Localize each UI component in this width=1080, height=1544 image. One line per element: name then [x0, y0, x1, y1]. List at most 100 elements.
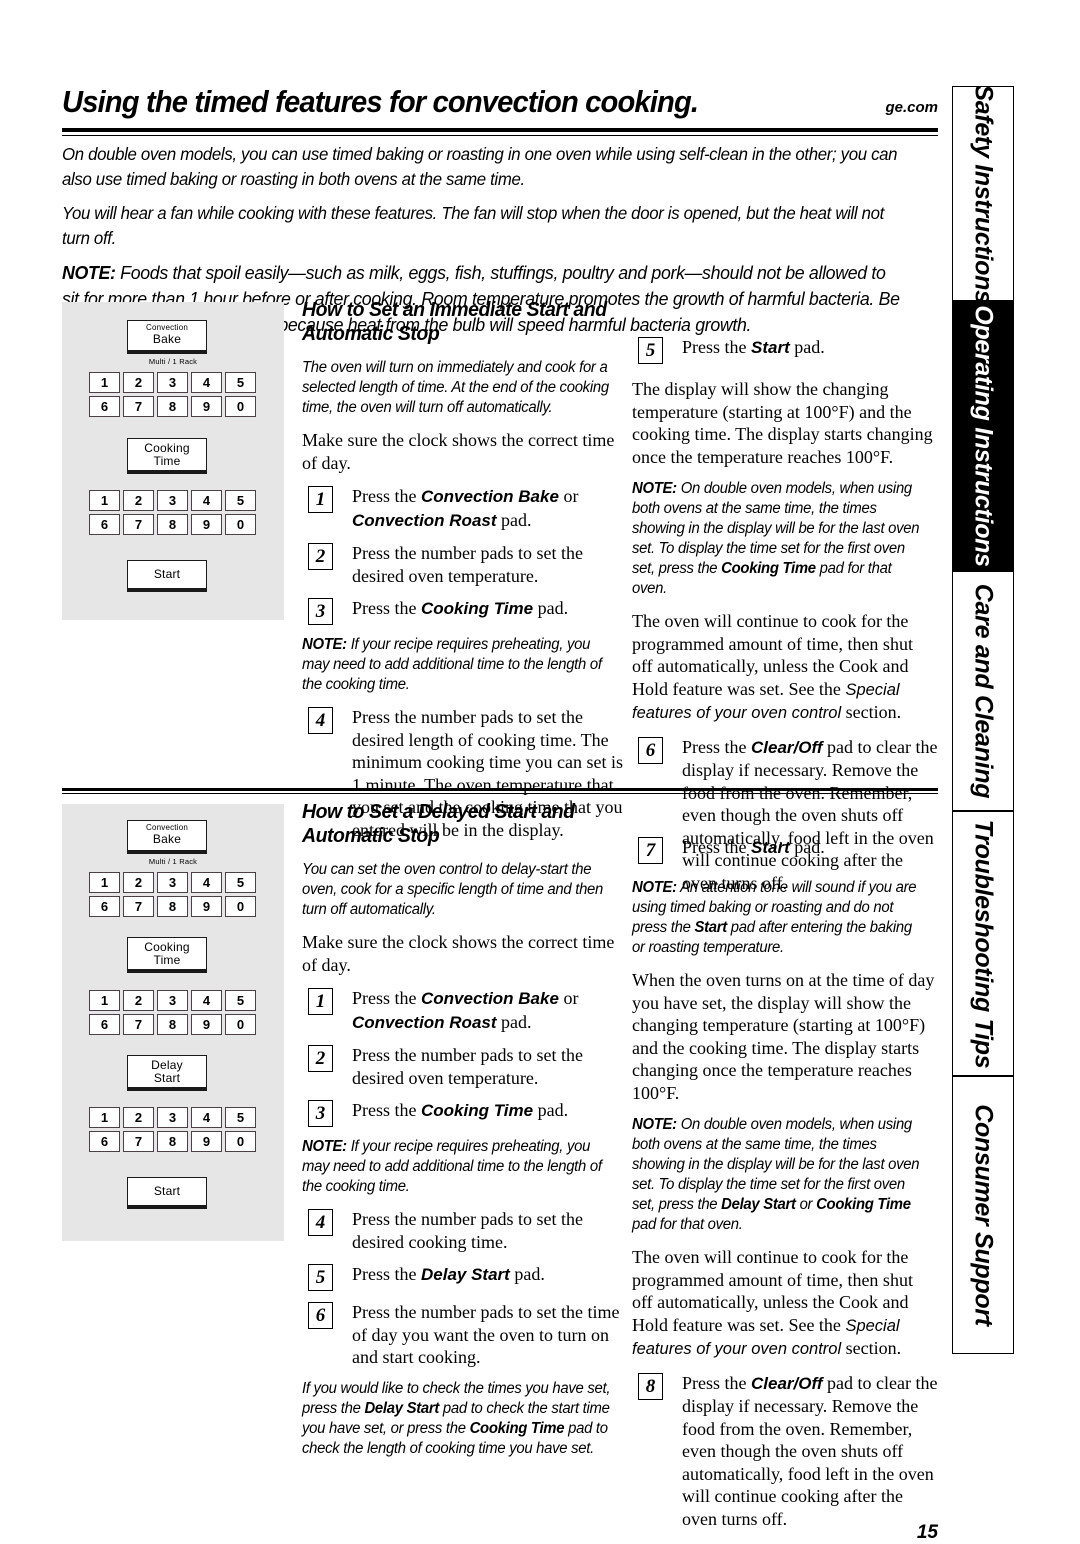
section-2-continue-paragraph: The oven will continue to cook for the p… [632, 1246, 938, 1361]
start-pad[interactable]: Start [127, 1177, 207, 1209]
step-item: 1 Press the Convection Bake or Convectio… [302, 485, 626, 532]
sidebar-tab-consumer-support[interactable]: Consumer Support [952, 1076, 1014, 1354]
convection-bake-pad[interactable]: Convection Bake [127, 820, 207, 854]
key-0[interactable]: 0 [225, 896, 256, 917]
key-2[interactable]: 2 [123, 990, 154, 1011]
key-9[interactable]: 9 [191, 1131, 222, 1152]
key-4[interactable]: 4 [191, 490, 222, 511]
step-pre: Press the [352, 988, 421, 1008]
key-6[interactable]: 6 [89, 514, 120, 535]
key-4[interactable]: 4 [191, 1107, 222, 1128]
key-2[interactable]: 2 [123, 872, 154, 893]
key-0[interactable]: 0 [225, 514, 256, 535]
multi-rack-sublabel: Multi / 1 Rack [148, 857, 198, 866]
step-pre: Press the [352, 1100, 421, 1120]
key-4[interactable]: 4 [191, 872, 222, 893]
step-item: 5 Press the Start pad. [632, 336, 938, 364]
key-8[interactable]: 8 [157, 1014, 188, 1035]
key-7[interactable]: 7 [123, 896, 154, 917]
key-5[interactable]: 5 [225, 990, 256, 1011]
keypad-1-row-2[interactable]: 6 7 8 9 0 [89, 396, 256, 417]
key-7[interactable]: 7 [123, 514, 154, 535]
step-post: pad. [789, 837, 825, 857]
sidebar-tab-operating-instructions[interactable]: Operating Instructions [952, 301, 1014, 571]
section-2-column-left: How to Set a Delayed Start and Automatic… [302, 800, 626, 1470]
pad-name: Convection Bake [421, 487, 559, 506]
key-1[interactable]: 1 [89, 1107, 120, 1128]
key-6[interactable]: 6 [89, 1131, 120, 1152]
key-1[interactable]: 1 [89, 990, 120, 1011]
convection-bake-pad[interactable]: Convection Bake [127, 320, 207, 354]
key-6[interactable]: 6 [89, 1014, 120, 1035]
key-3[interactable]: 3 [157, 1107, 188, 1128]
sidebar-tab-care-and-cleaning[interactable]: Care and Cleaning [952, 571, 1014, 811]
keypad-2-row-2[interactable]: 6 7 8 9 0 [89, 1014, 256, 1035]
key-5[interactable]: 5 [225, 1107, 256, 1128]
key-7[interactable]: 7 [123, 1131, 154, 1152]
sidebar-tab-safety-instructions[interactable]: Safety Instructions [952, 86, 1014, 301]
key-2[interactable]: 2 [123, 372, 154, 393]
key-7[interactable]: 7 [123, 1014, 154, 1035]
manual-page: Using the timed features for convection … [0, 0, 1080, 1543]
step-text: Press the Cooking Time pad. [352, 598, 568, 618]
section-2-double-oven-note: NOTE: On double oven models, when using … [632, 1115, 926, 1235]
pad-name: Clear/Off [751, 1373, 823, 1393]
key-1[interactable]: 1 [89, 490, 120, 511]
key-2[interactable]: 2 [123, 1107, 154, 1128]
start-pad[interactable]: Start [127, 560, 207, 592]
key-9[interactable]: 9 [191, 514, 222, 535]
cooking-time-line1: Cooking [144, 940, 190, 954]
sidebar-tab-troubleshooting-tips[interactable]: Troubleshooting Tips [952, 811, 1014, 1076]
key-3[interactable]: 3 [157, 990, 188, 1011]
cooking-time-pad[interactable]: Cooking Time [127, 438, 207, 474]
key-8[interactable]: 8 [157, 396, 188, 417]
key-6[interactable]: 6 [89, 896, 120, 917]
keypad-2-row-1[interactable]: 1 2 3 4 5 [89, 990, 256, 1011]
key-1[interactable]: 1 [89, 372, 120, 393]
keypad-3-row-2[interactable]: 6 7 8 9 0 [89, 1131, 256, 1152]
key-6[interactable]: 6 [89, 396, 120, 417]
keypad-1-row-1[interactable]: 1 2 3 4 5 [89, 372, 256, 393]
keypad-1-row-2[interactable]: 6 7 8 9 0 [89, 896, 256, 917]
key-9[interactable]: 9 [191, 396, 222, 417]
note-label: NOTE: [632, 879, 677, 896]
section-2-heading: How to Set a Delayed Start and Automatic… [302, 800, 575, 847]
key-3[interactable]: 3 [157, 490, 188, 511]
cooking-time-line2: Time [153, 453, 181, 468]
cooking-time-pad[interactable]: Cooking Time [127, 937, 207, 973]
step-number: 5 [638, 337, 663, 364]
key-0[interactable]: 0 [225, 396, 256, 417]
key-3[interactable]: 3 [157, 372, 188, 393]
key-8[interactable]: 8 [157, 514, 188, 535]
key-0[interactable]: 0 [225, 1131, 256, 1152]
key-2[interactable]: 2 [123, 490, 154, 511]
keypad-1-row-1[interactable]: 1 2 3 4 5 [89, 872, 256, 893]
key-5[interactable]: 5 [225, 490, 256, 511]
key-0[interactable]: 0 [225, 1014, 256, 1035]
delay-start-pad[interactable]: Delay Start [127, 1055, 207, 1091]
step-post: pad. [533, 598, 569, 618]
key-4[interactable]: 4 [191, 990, 222, 1011]
key-9[interactable]: 9 [191, 896, 222, 917]
section-1-continue-paragraph: The oven will continue to cook for the p… [632, 610, 938, 725]
step-item: 1 Press the Convection Bake or Convectio… [302, 987, 626, 1034]
key-8[interactable]: 8 [157, 1131, 188, 1152]
keypad-2-row-1[interactable]: 1 2 3 4 5 [89, 490, 256, 511]
key-5[interactable]: 5 [225, 372, 256, 393]
key-9[interactable]: 9 [191, 1014, 222, 1035]
note-label: NOTE: [632, 1116, 677, 1133]
step-number: 1 [308, 486, 333, 513]
step-text: Press the Cooking Time pad. [352, 1100, 568, 1120]
key-5[interactable]: 5 [225, 872, 256, 893]
key-3[interactable]: 3 [157, 872, 188, 893]
delay-start-line2: Start [153, 1070, 181, 1085]
key-4[interactable]: 4 [191, 372, 222, 393]
key-7[interactable]: 7 [123, 396, 154, 417]
step-number: 6 [638, 736, 663, 764]
keypad-2-row-2[interactable]: 6 7 8 9 0 [89, 514, 256, 535]
key-1[interactable]: 1 [89, 872, 120, 893]
step-item: 6 Press the number pads to set the time … [302, 1301, 626, 1369]
step-text: Press the Start pad. [682, 337, 825, 357]
keypad-3-row-1[interactable]: 1 2 3 4 5 [89, 1107, 256, 1128]
key-8[interactable]: 8 [157, 896, 188, 917]
